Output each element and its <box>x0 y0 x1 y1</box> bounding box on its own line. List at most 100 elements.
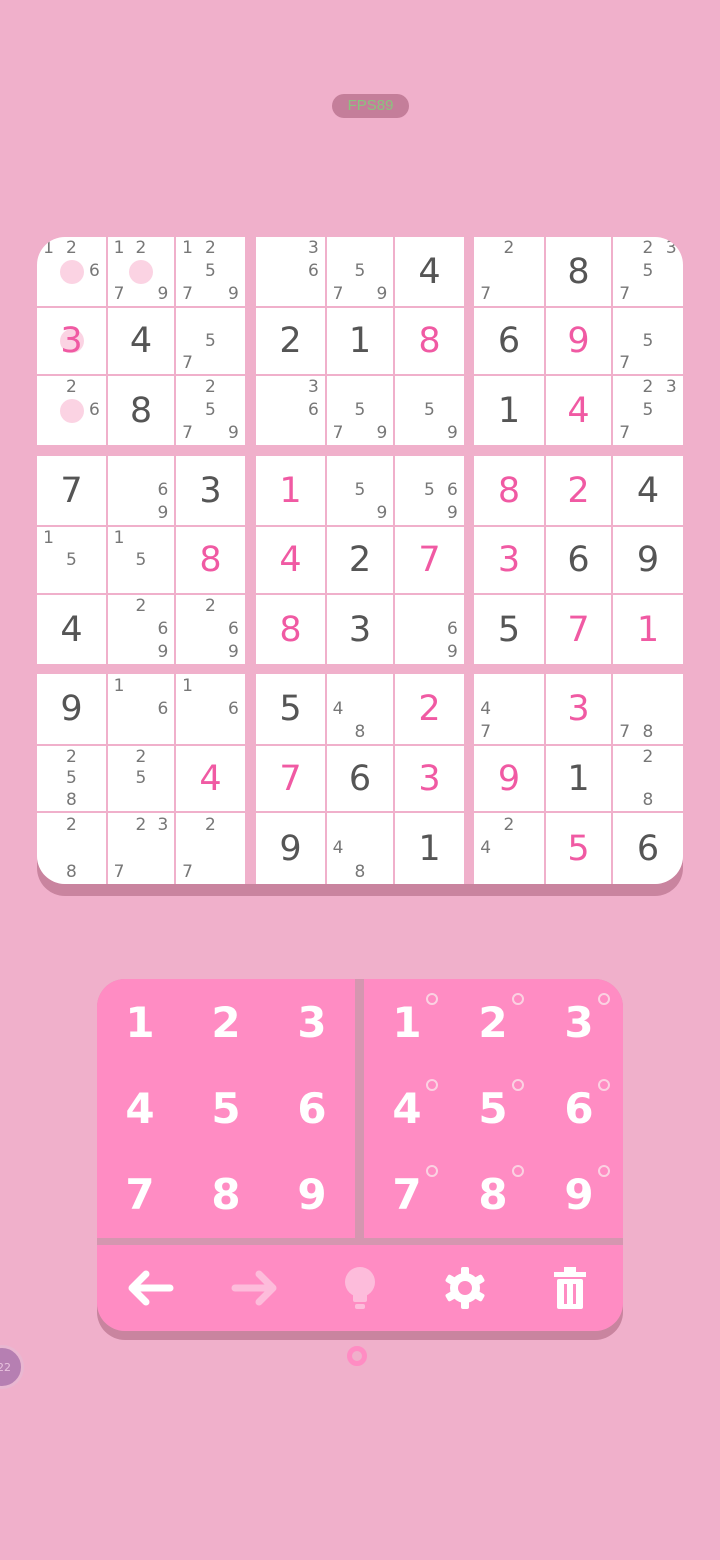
number-key-6[interactable]: 6 <box>269 1065 355 1151</box>
board-cell[interactable]: 269 <box>176 595 245 664</box>
board-cell[interactable]: 1 <box>256 456 325 525</box>
board-cell[interactable]: 25 <box>108 746 174 811</box>
board-cell[interactable]: 5 <box>256 674 325 744</box>
board-cell[interactable]: 59 <box>395 376 464 445</box>
board-cell[interactable]: 8 <box>395 308 464 374</box>
delete-button[interactable] <box>517 1245 622 1331</box>
board-cell[interactable]: 3 <box>474 527 544 593</box>
number-key-2[interactable]: 2 <box>183 979 269 1065</box>
board-cell[interactable]: 26 <box>37 376 106 445</box>
page-indicator[interactable] <box>347 1346 367 1366</box>
board-cell[interactable]: 16 <box>176 674 245 744</box>
board-cell[interactable]: 3 <box>37 308 106 374</box>
undo-button[interactable] <box>97 1245 202 1331</box>
floating-bubble[interactable]: 22 <box>0 1345 24 1389</box>
board-cell[interactable]: 15 <box>108 527 174 593</box>
settings-button[interactable] <box>412 1245 517 1331</box>
board-cell[interactable]: 8 <box>474 456 544 525</box>
board-cell[interactable]: 7 <box>395 527 464 593</box>
board-cell[interactable]: 48 <box>327 813 393 884</box>
board-cell[interactable]: 1 <box>613 595 683 664</box>
board-cell[interactable]: 6 <box>327 746 393 811</box>
number-key-5[interactable]: 5 <box>183 1065 269 1151</box>
board-cell[interactable]: 2 <box>395 674 464 744</box>
board-cell[interactable]: 126 <box>37 237 106 306</box>
board-cell[interactable]: 6 <box>613 813 683 884</box>
board-cell[interactable]: 4 <box>613 456 683 525</box>
board-cell[interactable]: 1 <box>327 308 393 374</box>
board-cell[interactable]: 16 <box>108 674 174 744</box>
board-cell[interactable]: 15 <box>37 527 106 593</box>
board-cell[interactable]: 1 <box>395 813 464 884</box>
board-cell[interactable]: 69 <box>395 595 464 664</box>
pencil-key-4[interactable]: 4 <box>364 1065 450 1151</box>
number-key-4[interactable]: 4 <box>97 1065 183 1151</box>
board-cell[interactable]: 57 <box>176 308 245 374</box>
number-key-3[interactable]: 3 <box>269 979 355 1065</box>
board-cell[interactable]: 3 <box>546 674 611 744</box>
board-cell[interactable]: 257 9 <box>176 376 245 445</box>
board-cell[interactable]: 9 <box>37 674 106 744</box>
board-cell[interactable]: 59 <box>327 456 393 525</box>
board-cell[interactable]: 57 <box>613 308 683 374</box>
board-cell[interactable]: 4 <box>37 595 106 664</box>
board-cell[interactable]: 9 <box>613 527 683 593</box>
board-cell[interactable]: 1257 9 <box>176 237 245 306</box>
board-cell[interactable]: 6 <box>474 308 544 374</box>
board-cell[interactable]: 5 <box>546 813 611 884</box>
board-cell[interactable]: 9 <box>474 746 544 811</box>
board-cell[interactable]: 2357 <box>613 237 683 306</box>
board-cell[interactable]: 78 <box>613 674 683 744</box>
board-cell[interactable]: 48 <box>327 674 393 744</box>
board-cell[interactable]: 2 <box>327 527 393 593</box>
board-cell[interactable]: 1 <box>546 746 611 811</box>
board-cell[interactable]: 9 <box>546 308 611 374</box>
board-cell[interactable]: 47 <box>474 674 544 744</box>
board-cell[interactable]: 4 <box>256 527 325 593</box>
pencil-key-2[interactable]: 2 <box>450 979 536 1065</box>
pencil-key-1[interactable]: 1 <box>364 979 450 1065</box>
board-cell[interactable]: 69 <box>108 456 174 525</box>
board-cell[interactable]: 24 <box>474 813 544 884</box>
pencil-key-3[interactable]: 3 <box>536 979 622 1065</box>
pencil-key-5[interactable]: 5 <box>450 1065 536 1151</box>
board-cell[interactable]: 569 <box>395 456 464 525</box>
board-cell[interactable]: 6 <box>546 527 611 593</box>
board-cell[interactable]: 5 <box>474 595 544 664</box>
number-key-8[interactable]: 8 <box>183 1151 269 1237</box>
board-cell[interactable]: 2 <box>546 456 611 525</box>
board-cell[interactable]: 28 <box>613 746 683 811</box>
board-cell[interactable]: 8 <box>546 237 611 306</box>
board-cell[interactable]: 9 <box>256 813 325 884</box>
board-cell[interactable]: 2357 <box>613 376 683 445</box>
pencil-key-9[interactable]: 9 <box>536 1151 622 1237</box>
board-cell[interactable]: 8 <box>108 376 174 445</box>
board-cell[interactable]: 7 <box>37 456 106 525</box>
pencil-key-7[interactable]: 7 <box>364 1151 450 1237</box>
pencil-key-6[interactable]: 6 <box>536 1065 622 1151</box>
board-cell[interactable]: 8 <box>176 527 245 593</box>
board-cell[interactable]: 3 <box>327 595 393 664</box>
board-cell[interactable]: 7 <box>256 746 325 811</box>
redo-button[interactable] <box>202 1245 307 1331</box>
board-cell[interactable]: 4 <box>395 237 464 306</box>
board-cell[interactable]: 4 <box>176 746 245 811</box>
board-cell[interactable]: 57 9 <box>327 376 393 445</box>
board-cell[interactable]: 23 7 <box>108 813 174 884</box>
board-cell[interactable]: 12 7 9 <box>108 237 174 306</box>
board-cell[interactable]: 269 <box>108 595 174 664</box>
board-cell[interactable]: 27 <box>176 813 245 884</box>
board-cell[interactable]: 7 <box>546 595 611 664</box>
board-cell[interactable]: 3 <box>176 456 245 525</box>
board-cell[interactable]: 36 <box>256 237 325 306</box>
number-key-1[interactable]: 1 <box>97 979 183 1065</box>
board-cell[interactable]: 27 <box>474 237 544 306</box>
board-cell[interactable]: 57 9 <box>327 237 393 306</box>
hint-button[interactable] <box>307 1245 412 1331</box>
board-cell[interactable]: 4 <box>108 308 174 374</box>
board-cell[interactable]: 8 <box>256 595 325 664</box>
board-cell[interactable]: 3 <box>395 746 464 811</box>
board-cell[interactable]: 258 <box>37 746 106 811</box>
board-cell[interactable]: 2 <box>256 308 325 374</box>
number-key-9[interactable]: 9 <box>269 1151 355 1237</box>
